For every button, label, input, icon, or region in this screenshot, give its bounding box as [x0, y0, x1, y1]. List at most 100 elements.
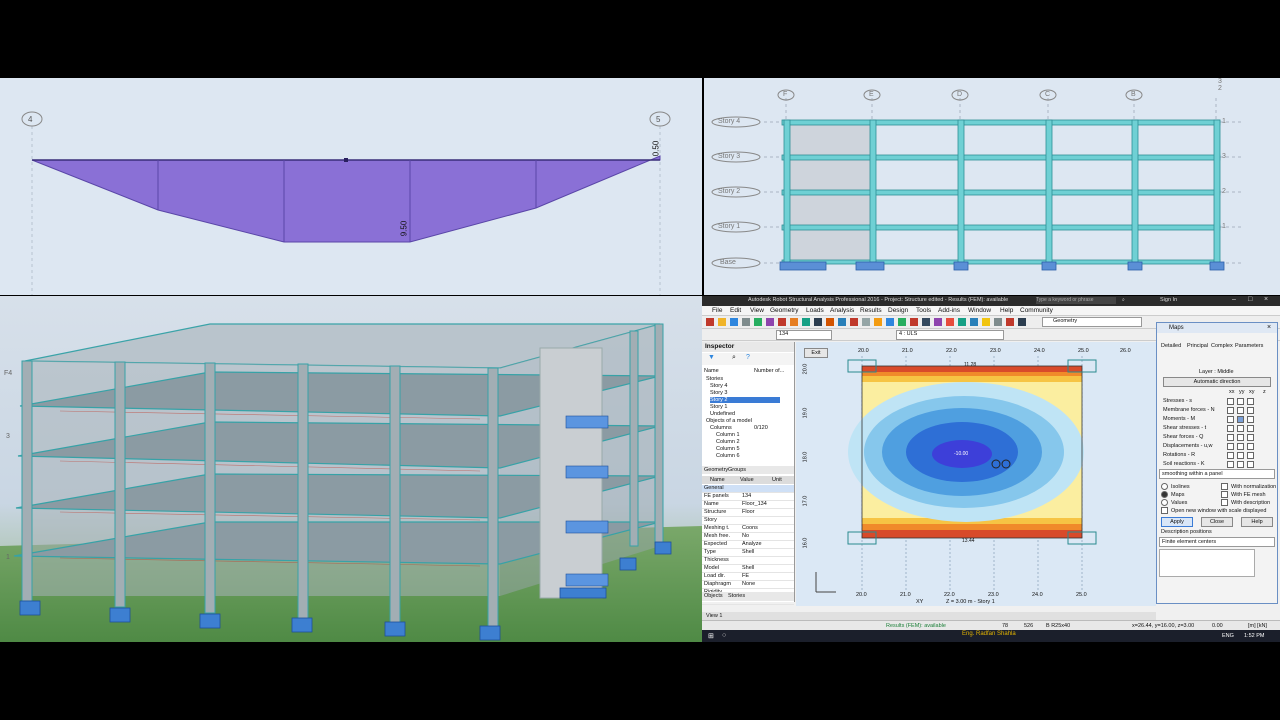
layout-dropdown[interactable]: Geometry: [1042, 317, 1142, 327]
result-checkbox[interactable]: [1237, 461, 1244, 468]
menu-edit[interactable]: Edit: [730, 307, 741, 314]
result-checkbox[interactable]: [1227, 452, 1234, 459]
help-button[interactable]: Help: [1241, 517, 1273, 527]
props-row[interactable]: Diaphragm None: [702, 581, 794, 589]
maps-tab-parameters[interactable]: Parameters: [1235, 343, 1263, 349]
result-checkbox[interactable]: [1237, 452, 1244, 459]
selection-dropdown[interactable]: 134: [776, 330, 832, 340]
props-row[interactable]: Thickness: [702, 557, 794, 565]
props-row[interactable]: Story: [702, 517, 794, 525]
menu-help[interactable]: Help: [1000, 307, 1013, 314]
close-icon[interactable]: ×: [1264, 296, 1268, 303]
props-row[interactable]: Name Floor_134: [702, 501, 794, 509]
tree-column-6[interactable]: Column 6: [716, 453, 740, 459]
result-checkbox[interactable]: [1237, 443, 1244, 450]
menu-tools[interactable]: Tools: [916, 307, 931, 314]
result-checkbox[interactable]: [1227, 398, 1234, 405]
result-checkbox[interactable]: [1237, 434, 1244, 441]
menu-results[interactable]: Results: [860, 307, 882, 314]
menu-window[interactable]: Window: [968, 307, 991, 314]
toolbar-icons[interactable]: [702, 316, 1032, 328]
result-checkbox[interactable]: [1237, 416, 1244, 423]
smoothing-dropdown[interactable]: smoothing within a panel: [1159, 469, 1275, 479]
help-icon[interactable]: ?: [746, 354, 750, 361]
search-input[interactable]: Type a keyword or phrase: [1036, 297, 1116, 304]
result-checkbox[interactable]: [1247, 407, 1254, 414]
props-row[interactable]: FE panels 134: [702, 493, 794, 501]
props-row[interactable]: Structure Floor: [702, 509, 794, 517]
tree-undefined[interactable]: Undefined: [710, 411, 735, 417]
menu-view[interactable]: View: [750, 307, 764, 314]
result-checkbox[interactable]: [1247, 452, 1254, 459]
desc-positions-dropdown[interactable]: Finite element centers: [1159, 537, 1275, 547]
search-icon[interactable]: ⌕: [1122, 297, 1125, 303]
result-checkbox[interactable]: [1227, 434, 1234, 441]
opt-fe-mesh[interactable]: With FE mesh: [1221, 491, 1266, 498]
filter-icon[interactable]: ▼: [708, 354, 715, 361]
opt-open-new[interactable]: Open new window with scale displayed: [1161, 507, 1266, 514]
props-row[interactable]: Load dir. FE: [702, 573, 794, 581]
result-checkbox[interactable]: [1227, 407, 1234, 414]
result-checkbox[interactable]: [1247, 398, 1254, 405]
minimize-icon[interactable]: –: [1232, 296, 1236, 303]
result-checkbox[interactable]: [1247, 425, 1254, 432]
search-icon-inspector[interactable]: ⌕: [732, 354, 736, 362]
tree-column-5[interactable]: Column 5: [716, 446, 740, 452]
opt-maps[interactable]: Maps: [1161, 491, 1184, 498]
result-checkbox[interactable]: [1237, 407, 1244, 414]
result-checkbox[interactable]: [1247, 443, 1254, 450]
props-row[interactable]: Model Shell: [702, 565, 794, 573]
result-checkbox[interactable]: [1237, 398, 1244, 405]
maps-close-icon[interactable]: ×: [1267, 324, 1271, 331]
result-checkbox[interactable]: [1227, 416, 1234, 423]
maps-tab-detailed[interactable]: Detailed: [1161, 343, 1181, 349]
tree-column-2[interactable]: Column 2: [716, 439, 740, 445]
tree-story-3[interactable]: Story 3: [710, 390, 727, 396]
menu-loads[interactable]: Loads: [806, 307, 824, 314]
tree-stories[interactable]: Stories: [706, 376, 723, 382]
tree-story-2[interactable]: Story 2: [710, 397, 780, 403]
props-row[interactable]: Type Shell: [702, 549, 794, 557]
tab-objects[interactable]: Objects: [704, 593, 723, 599]
automatic-direction-button[interactable]: Automatic direction: [1163, 377, 1271, 387]
menu-addins[interactable]: Add-ins: [938, 307, 960, 314]
menu-file[interactable]: File: [712, 307, 722, 314]
close-button[interactable]: Close: [1201, 517, 1233, 527]
tree-objects[interactable]: Objects of a model: [706, 418, 752, 424]
sign-in-link[interactable]: Sign In: [1160, 297, 1177, 303]
result-checkbox[interactable]: [1227, 443, 1234, 450]
start-icon[interactable]: ⊞: [708, 632, 714, 640]
menu-community[interactable]: Community: [1020, 307, 1053, 314]
maps-tab-principal[interactable]: Principal: [1187, 343, 1208, 349]
menu-geometry[interactable]: Geometry: [770, 307, 799, 314]
result-checkbox[interactable]: [1227, 425, 1234, 432]
tree-column-1[interactable]: Column 1: [716, 432, 740, 438]
apply-button[interactable]: Apply: [1161, 517, 1193, 527]
result-checkbox[interactable]: [1227, 461, 1234, 468]
tree-story-1[interactable]: Story 1: [710, 404, 727, 410]
menu-analysis[interactable]: Analysis: [830, 307, 854, 314]
opt-values[interactable]: Values: [1161, 499, 1187, 506]
tab-groups[interactable]: Groups: [728, 467, 746, 473]
maps-tab-complex[interactable]: Complex: [1211, 343, 1233, 349]
opt-isolines[interactable]: Isolines: [1161, 483, 1190, 490]
result-checkbox[interactable]: [1247, 461, 1254, 468]
tab-view-1[interactable]: View 1: [706, 613, 722, 619]
result-checkbox[interactable]: [1247, 416, 1254, 423]
load-case-dropdown[interactable]: 4 : ULS: [896, 330, 1004, 340]
props-row[interactable]: Mesh free. No: [702, 533, 794, 541]
props-row[interactable]: General: [702, 485, 794, 493]
taskbar-search-icon[interactable]: ○: [722, 632, 726, 639]
tab-geometry[interactable]: Geometry: [704, 467, 728, 473]
props-row[interactable]: Meshing t. Coons: [702, 525, 794, 533]
result-checkbox[interactable]: [1237, 425, 1244, 432]
opt-description[interactable]: With description: [1221, 499, 1270, 506]
tree-story-4[interactable]: Story 4: [710, 383, 727, 389]
opt-normalization[interactable]: With normalization: [1221, 483, 1276, 490]
props-row[interactable]: Expected Analyze: [702, 541, 794, 549]
menu-design[interactable]: Design: [888, 307, 908, 314]
result-checkbox[interactable]: [1247, 434, 1254, 441]
maximize-icon[interactable]: □: [1248, 296, 1252, 303]
tab-stories[interactable]: Stories: [728, 593, 745, 599]
tree-columns[interactable]: Columns: [710, 425, 732, 431]
